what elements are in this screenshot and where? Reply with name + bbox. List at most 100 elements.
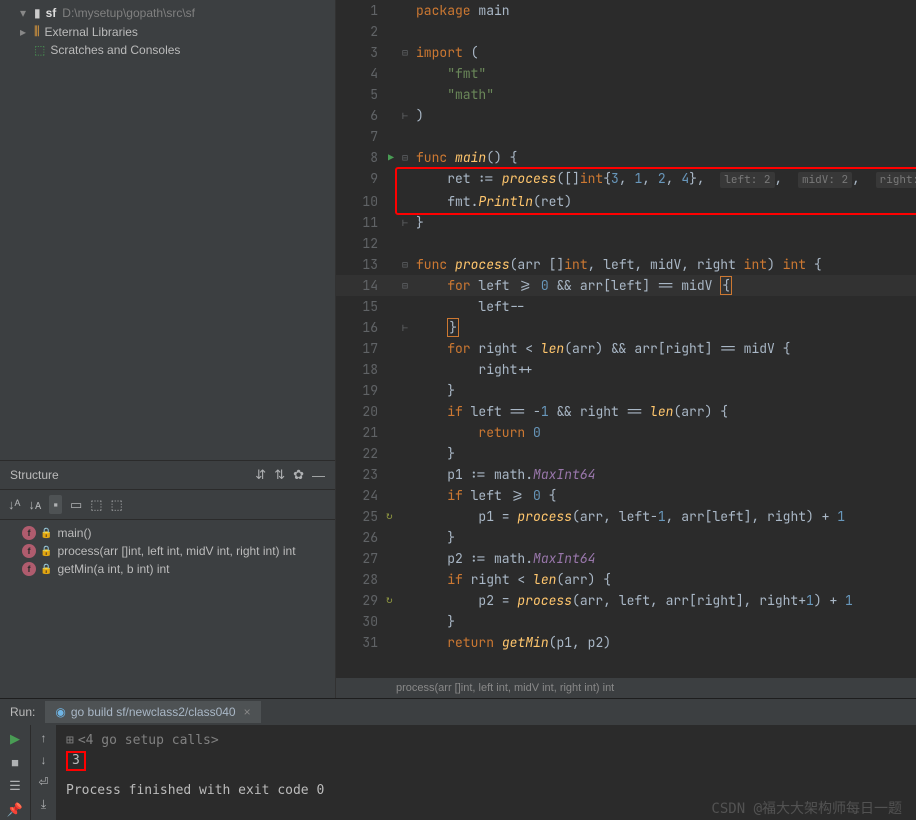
code-content[interactable]: return getMin(p1, p2) [416,632,916,653]
structure-item[interactable]: f🔒process(arr []int, left int, midV int,… [0,542,335,560]
run-output[interactable]: ⊞<4 go setup calls> 3 Process finished w… [56,725,916,820]
line-number[interactable]: 28 [336,569,386,590]
line-number[interactable]: 26 [336,527,386,548]
code-line[interactable]: 7 [336,126,916,147]
fold-icon[interactable]: ⊢ [402,317,408,338]
code-line[interactable]: 2 [336,21,916,42]
code-line[interactable]: 5 "math" [336,84,916,105]
fold-icon[interactable]: ⊢ [402,105,408,126]
line-number[interactable]: 27 [336,548,386,569]
code-line[interactable]: 17 for right < len(arr) && arr[right] ==… [336,338,916,359]
structure-item[interactable]: f🔒getMin(a int, b int) int [0,560,335,578]
line-number[interactable]: 7 [336,126,386,147]
autoscroll-to-icon[interactable]: ⬚ [90,497,102,513]
code-content[interactable]: "math" [416,84,916,105]
autoscroll-from-icon[interactable]: ⬚ [111,497,123,513]
line-number[interactable]: 2 [336,21,386,42]
code-line[interactable]: 26 } [336,527,916,548]
gear-icon[interactable]: ✿ [293,467,304,483]
code-content[interactable] [416,126,916,147]
project-root-row[interactable]: ▾ ▮ sf D:\mysetup\gopath\src\sf [0,4,335,22]
wrap-icon[interactable]: ⏎ [38,775,48,789]
up-arrow-icon[interactable]: ↑ [41,731,47,745]
code-line[interactable]: 9 ret := process([]int{3, 1, 2, 4}, left… [336,168,916,191]
code-content[interactable]: left-- [416,296,916,317]
pin-icon[interactable]: 📌 [7,802,23,818]
code-line[interactable]: 6 ⊢) [336,105,916,126]
code-content[interactable]: if left == -1 && right == len(arr) { [416,401,916,422]
scratches-row[interactable]: ⬚ Scratches and Consoles [0,41,335,59]
code-line[interactable]: 12 [336,233,916,254]
code-content[interactable]: p2 = process(arr, left, arr[right], righ… [416,590,916,611]
code-editor[interactable]: 1package main2 3⊟import (4 "fmt"5 "math"… [336,0,916,677]
code-content[interactable]: p1 = process(arr, left-1, arr[left], rig… [416,506,916,527]
code-content[interactable]: func process(arr []int, left, midV, righ… [416,254,916,275]
line-number[interactable]: 29 [336,590,386,611]
code-content[interactable]: p2 := math.MaxInt64 [416,548,916,569]
code-line[interactable]: 11⊢} [336,212,916,233]
line-number[interactable]: 19 [336,380,386,401]
code-line[interactable]: 19 } [336,380,916,401]
code-line[interactable]: 8▶⊟func main() { [336,147,916,168]
line-number[interactable]: 25 [336,506,386,527]
line-number[interactable]: 11 [336,212,386,233]
code-line[interactable]: 29↻ p2 = process(arr, left, arr[right], … [336,590,916,611]
fold-icon[interactable]: ⊟ [402,42,408,63]
line-number[interactable]: 5 [336,84,386,105]
expand-icon[interactable]: ⇵ [255,467,266,483]
line-number[interactable]: 14 [336,275,386,296]
code-content[interactable] [416,233,916,254]
run-tab[interactable]: ◉ go build sf/newclass2/class040 × [45,701,260,723]
collapse-icon[interactable]: ⇅ [274,467,285,483]
stop-icon[interactable]: ■ [11,755,19,770]
line-number[interactable]: 16 [336,317,386,338]
line-number[interactable]: 3 [336,42,386,63]
layout-icon[interactable]: ☰ [9,778,21,794]
line-number[interactable]: 13 [336,254,386,275]
run-play-icon[interactable]: ▶ [10,731,20,747]
line-number[interactable]: 18 [336,359,386,380]
code-line[interactable]: 30 } [336,611,916,632]
line-number[interactable]: 15 [336,296,386,317]
structure-item[interactable]: f🔒main() [0,524,335,542]
code-line[interactable]: 1 package main [336,0,916,21]
code-content[interactable]: } [416,443,916,464]
line-number[interactable]: 31 [336,632,386,653]
code-content[interactable]: fmt.Println(ret) [416,191,916,212]
code-line[interactable]: 4 "fmt" [336,63,916,84]
line-number[interactable]: 24 [336,485,386,506]
line-number[interactable]: 12 [336,233,386,254]
scroll-to-end-icon[interactable]: ⤓ [41,797,46,812]
line-number[interactable]: 4 [336,63,386,84]
code-line[interactable]: 10 fmt.Println(ret) [336,191,916,212]
filter-package-icon[interactable]: ▭ [70,497,82,513]
code-content[interactable]: } [416,611,916,632]
code-content[interactable]: func main() { [416,147,916,168]
code-content[interactable]: if right < len(arr) { [416,569,916,590]
code-content[interactable]: ) [416,105,916,126]
code-line[interactable]: 13⊟func process(arr []int, left, midV, r… [336,254,916,275]
code-content[interactable]: "fmt" [416,63,916,84]
line-number[interactable]: 8 [336,147,386,168]
code-content[interactable]: for left >= 0 && arr[left] == midV { [416,275,916,296]
recursion-icon[interactable]: ↻ [386,506,393,527]
code-content[interactable]: package main [416,0,916,21]
line-number[interactable]: 10 [336,191,386,212]
code-content[interactable]: import ( [416,42,916,63]
sort-type-icon[interactable]: ↓ᴀ [28,497,41,512]
code-line[interactable]: 21 return 0 [336,422,916,443]
code-line[interactable]: 15 left-- [336,296,916,317]
run-gutter-icon[interactable]: ▶ [388,147,394,168]
code-content[interactable]: } [416,380,916,401]
code-line[interactable]: 27 p2 := math.MaxInt64 [336,548,916,569]
code-content[interactable]: ret := process([]int{3, 1, 2, 4}, left: … [416,168,916,191]
external-libraries-row[interactable]: ▸ ⫼ External Libraries [0,22,335,41]
breadcrumb[interactable]: process(arr []int, left int, midV int, r… [336,677,916,698]
hide-icon[interactable]: — [312,468,325,483]
sort-alpha-down-icon[interactable]: ↓ᴬ [8,497,20,512]
line-number[interactable]: 30 [336,611,386,632]
code-line[interactable]: 25↻ p1 = process(arr, left-1, arr[left],… [336,506,916,527]
line-number[interactable]: 1 [336,0,386,21]
line-number[interactable]: 6 [336,105,386,126]
fold-icon[interactable]: ⊢ [402,212,408,233]
